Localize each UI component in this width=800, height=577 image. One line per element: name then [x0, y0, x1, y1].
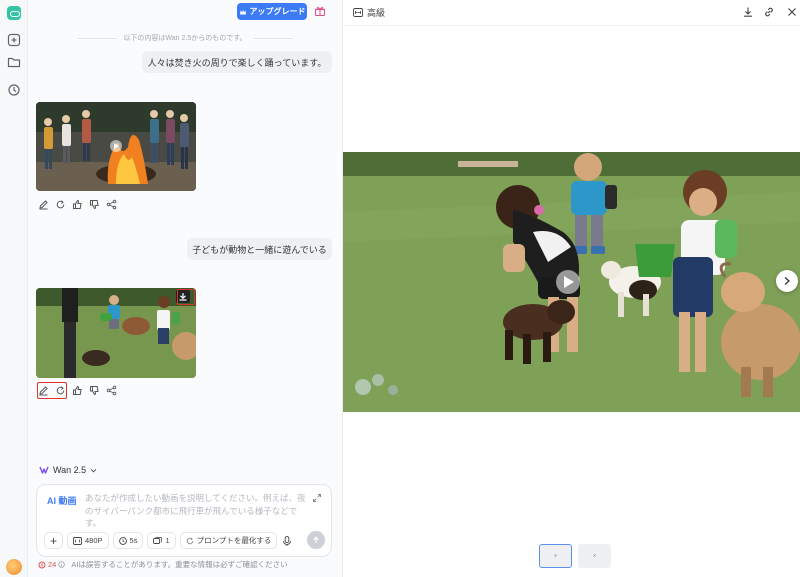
close-icon[interactable]	[786, 6, 798, 18]
quality-icon	[353, 8, 363, 17]
new-chat-icon[interactable]	[7, 33, 21, 47]
crown-icon	[239, 9, 246, 14]
video-thumbnail-slot[interactable]: +	[539, 544, 572, 568]
prompt-composer: AI 動画 あなたが作成したい動画を説明してください。例えば、夜のサイバーパンク…	[36, 484, 332, 557]
duration-label: 5s	[129, 536, 138, 545]
model-selector[interactable]: Wan 2.5	[39, 465, 97, 475]
message-actions	[38, 199, 117, 210]
download-highlight	[177, 289, 195, 305]
edit-regenerate-highlight	[37, 382, 67, 399]
thumbs-down-icon[interactable]	[89, 385, 100, 396]
credits-counter: 24	[38, 559, 65, 570]
thumbs-down-icon[interactable]	[89, 199, 100, 210]
add-attachment-button[interactable]: +	[44, 532, 63, 549]
history-icon[interactable]	[7, 83, 21, 97]
expand-icon[interactable]	[312, 493, 322, 503]
link-icon[interactable]	[763, 6, 775, 18]
user-message-text: 人々は焚き火の周りで楽しく踊っています。	[147, 57, 327, 68]
children-with-goats-scene	[343, 152, 800, 412]
download-icon[interactable]	[742, 6, 754, 18]
user-avatar[interactable]	[6, 559, 22, 575]
user-message: 人々は焚き火の周りで楽しく踊っています。	[142, 51, 332, 73]
model-label: Wan 2.5	[53, 465, 87, 475]
edit-icon[interactable]	[38, 199, 49, 210]
thumbs-up-icon[interactable]	[72, 199, 83, 210]
chevron-right-icon	[784, 277, 790, 285]
resolution-icon	[73, 536, 82, 545]
clock-icon	[118, 536, 127, 545]
upgrade-label: アップグレード	[249, 7, 306, 16]
next-video-button[interactable]	[776, 270, 798, 292]
app-window: アップグレード 以下の内容はWan 2.5からのものです。 人々は焚き火の周りで…	[0, 0, 800, 577]
credit-icon	[38, 561, 46, 568]
generated-video-thumbnail[interactable]	[36, 102, 196, 191]
folder-icon[interactable]	[7, 55, 21, 69]
video-preview-panel: 高級 + ×	[342, 0, 800, 577]
count-selector[interactable]: 1	[147, 532, 176, 549]
video-thumbnail-slot[interactable]: ×	[578, 544, 611, 568]
duration-selector[interactable]: 5s	[112, 532, 144, 549]
source-notice: 以下の内容はWan 2.5からのものです。	[40, 33, 330, 43]
info-icon[interactable]	[58, 561, 65, 568]
resolution-label: 480P	[85, 536, 103, 545]
user-message-text: 子どもが動物と一緒に遊んでいる	[192, 244, 327, 255]
count-icon	[153, 536, 163, 544]
composer-footer: 24 AIは誤答することがあります。重要な情報は必ずご確認ください	[38, 559, 311, 570]
gift-icon[interactable]	[314, 5, 326, 17]
arrow-up-icon	[313, 536, 319, 543]
mode-label[interactable]: AI 動画	[47, 494, 77, 507]
logo-icon[interactable]	[7, 6, 21, 20]
regenerate-icon[interactable]	[55, 199, 66, 210]
quality-selector[interactable]: 高級	[353, 6, 385, 19]
thumbs-up-icon[interactable]	[72, 385, 83, 396]
share-icon[interactable]	[106, 385, 117, 396]
upgrade-button[interactable]: アップグレード	[237, 3, 307, 20]
count-label: 1	[165, 536, 170, 545]
generated-video-thumbnail[interactable]	[36, 288, 196, 378]
microphone-icon[interactable]	[281, 535, 293, 547]
preview-toolbar: 高級	[343, 0, 800, 26]
user-message: 子どもが動物と一緒に遊んでいる	[187, 238, 332, 260]
refresh-icon	[186, 537, 193, 544]
children-with-goats-scene	[36, 288, 196, 378]
disclaimer-text: AIは誤答することがあります。重要な情報は必ずご確認ください	[71, 560, 288, 569]
optimize-prompt-button[interactable]: プロンプトを最化する	[179, 532, 278, 549]
share-icon[interactable]	[106, 199, 117, 210]
quality-label: 高級	[367, 8, 386, 18]
prompt-input[interactable]: あなたが作成したい動画を説明してください。例えば、夜のサイバーパンク都市に飛行車…	[85, 492, 307, 530]
optimize-label: プロンプトを最化する	[196, 536, 272, 545]
send-button[interactable]	[307, 531, 325, 549]
model-logo-icon	[39, 466, 49, 474]
video-player[interactable]	[343, 152, 800, 412]
bonfire-dance-scene	[36, 102, 196, 191]
resolution-selector[interactable]: 480P	[67, 532, 109, 549]
composer-options: + 480P 5s 1 プロンプトを最化する	[44, 532, 278, 549]
chevron-down-icon	[90, 468, 97, 473]
credits-value: 24	[48, 560, 57, 569]
left-rail	[0, 0, 28, 577]
